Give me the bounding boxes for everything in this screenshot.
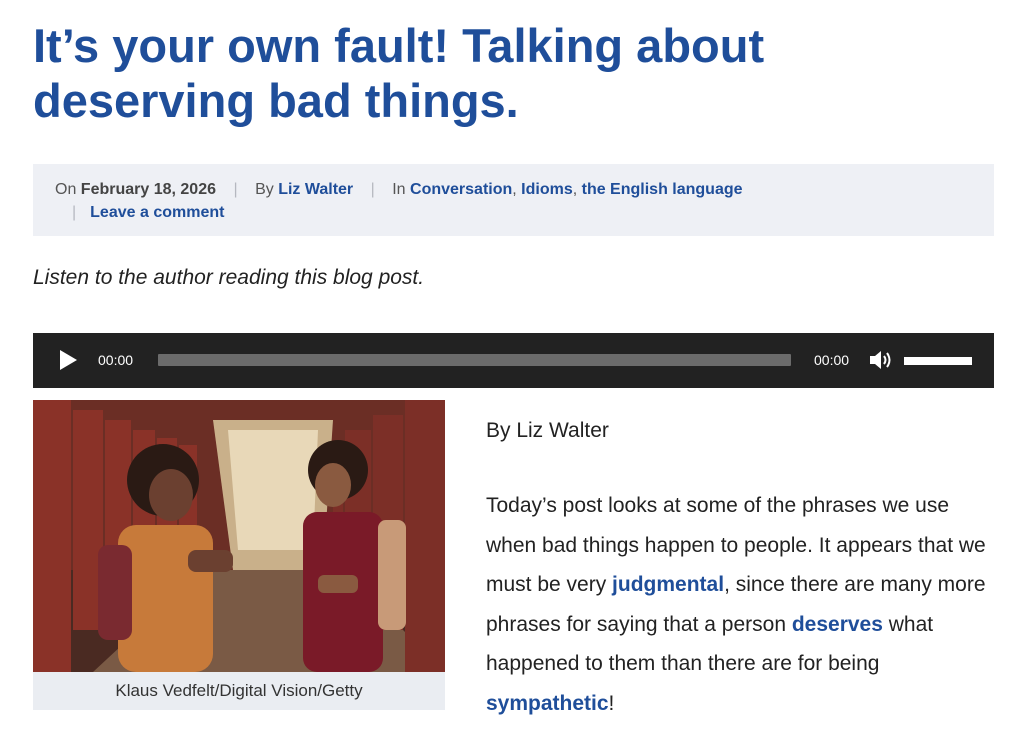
meta-separator: | xyxy=(72,204,77,221)
post-title: It’s your own fault! Talking about deser… xyxy=(33,19,765,127)
listen-note: Listen to the author reading this blog p… xyxy=(33,266,425,289)
author-link[interactable]: Liz Walter xyxy=(278,181,353,198)
meta-in-label: In xyxy=(392,181,406,198)
link-sympathetic[interactable]: sympathetic xyxy=(486,692,609,715)
article-figure: Klaus Vedfelt/Digital Vision/Getty xyxy=(33,400,445,710)
photo-caption: Klaus Vedfelt/Digital Vision/Getty xyxy=(115,681,363,700)
duration: 00:00 xyxy=(814,352,850,368)
hallway-photo xyxy=(33,400,445,672)
article-byline: By Liz Walter xyxy=(486,419,609,442)
play-icon[interactable] xyxy=(60,350,77,370)
meta-by-label: By xyxy=(255,181,274,198)
post-date: February 18, 2026 xyxy=(80,181,216,198)
meta-on-label: On xyxy=(55,181,77,198)
meta-separator: | xyxy=(370,181,375,198)
link-judgmental[interactable]: judgmental xyxy=(612,573,724,596)
category-link-english-language[interactable]: the English language xyxy=(582,181,743,198)
progress-bar[interactable] xyxy=(158,354,791,366)
intro-text: ! xyxy=(608,691,615,715)
intro-paragraph: Today’s post looks at some of the phrase… xyxy=(486,486,986,723)
mute-icon[interactable] xyxy=(868,349,894,371)
current-time: 00:00 xyxy=(98,352,134,368)
meta-separator: | xyxy=(233,181,238,198)
volume-slider[interactable] xyxy=(904,357,972,365)
category-link-conversation[interactable]: Conversation xyxy=(410,181,512,198)
audio-player: 00:00 00:00 xyxy=(33,333,994,388)
link-deserves[interactable]: deserves xyxy=(792,613,883,636)
post-meta: On February 18, 2026 | By Liz Walter | I… xyxy=(33,164,994,236)
category-link-idioms[interactable]: Idioms xyxy=(521,181,573,198)
leave-comment-link[interactable]: Leave a comment xyxy=(90,204,224,221)
